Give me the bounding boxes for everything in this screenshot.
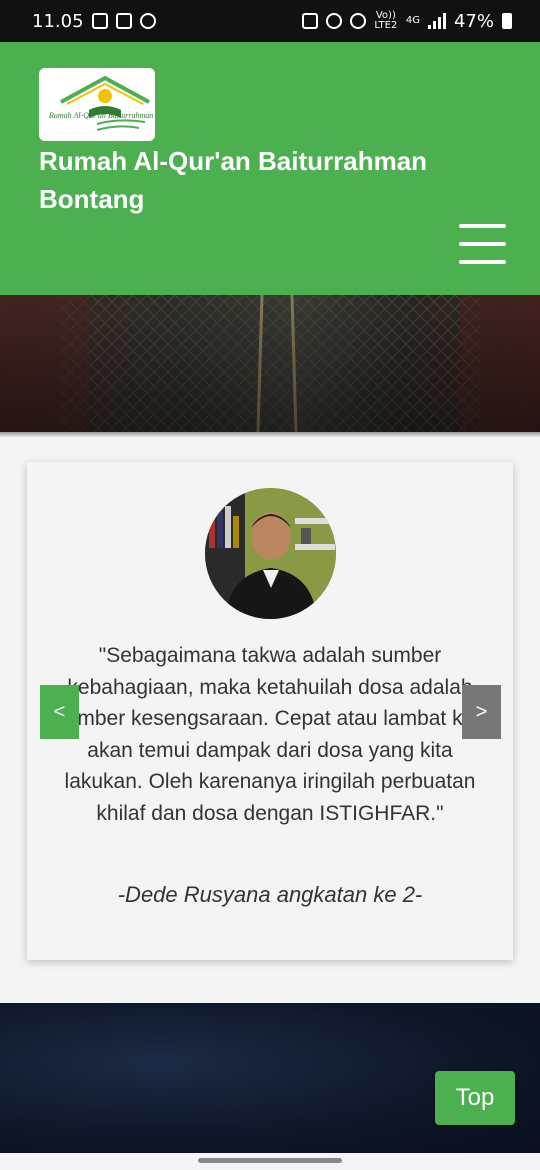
facebook-icon [139, 13, 156, 29]
status-right: Vo)) LTE2 4G 47% [301, 10, 512, 32]
notification-icon [91, 13, 108, 29]
navigation-bar [0, 1153, 540, 1170]
hotspot-icon [349, 13, 366, 29]
hero-divider [0, 432, 540, 438]
volte-indicator: Vo)) LTE2 [374, 10, 398, 31]
avatar-photo [205, 488, 336, 619]
site-title[interactable]: Rumah Al-Qur'an Baiturrahman Bontang [39, 142, 499, 218]
logo-text: Rumah Al-Qur'an Baiturrahman [48, 111, 153, 120]
hero-image [0, 295, 540, 432]
testimonial-card: "Sebagaimana takwa adalah sumber kebahag… [27, 462, 513, 960]
testimonial-avatar [205, 488, 336, 619]
status-time: 11.05 [32, 10, 84, 32]
hero-banner [0, 295, 540, 432]
battery-percent: 47% [453, 10, 494, 32]
camera-icon [301, 13, 318, 29]
carousel-prev-button[interactable]: < [40, 685, 79, 739]
testimonial-quote: "Sebagaimana takwa adalah sumber kebahag… [55, 644, 485, 825]
carousel-next-button[interactable]: > [462, 685, 501, 739]
status-bar: 11.05 Vo)) LTE2 4G 47% [0, 0, 540, 42]
signal-icon [427, 13, 446, 29]
testimonial-author: -Dede Rusyana angkatan ke 2- [117, 882, 423, 907]
home-gesture-handle[interactable] [198, 1158, 342, 1163]
logo-graphic: Rumah Al-Qur'an Baiturrahman [48, 75, 153, 131]
menu-icon[interactable] [459, 224, 506, 264]
instagram-icon [115, 13, 132, 29]
battery-icon [502, 13, 512, 29]
network-indicator: 4G [405, 15, 420, 26]
scroll-top-button[interactable]: Top [435, 1071, 515, 1125]
site-logo[interactable]: Rumah Al-Qur'an Baiturrahman [39, 68, 155, 141]
alarm-icon [325, 13, 342, 29]
site-header: Rumah Al-Qur'an Baiturrahman Rumah Al-Qu… [0, 42, 540, 295]
status-left: 11.05 [32, 11, 156, 32]
